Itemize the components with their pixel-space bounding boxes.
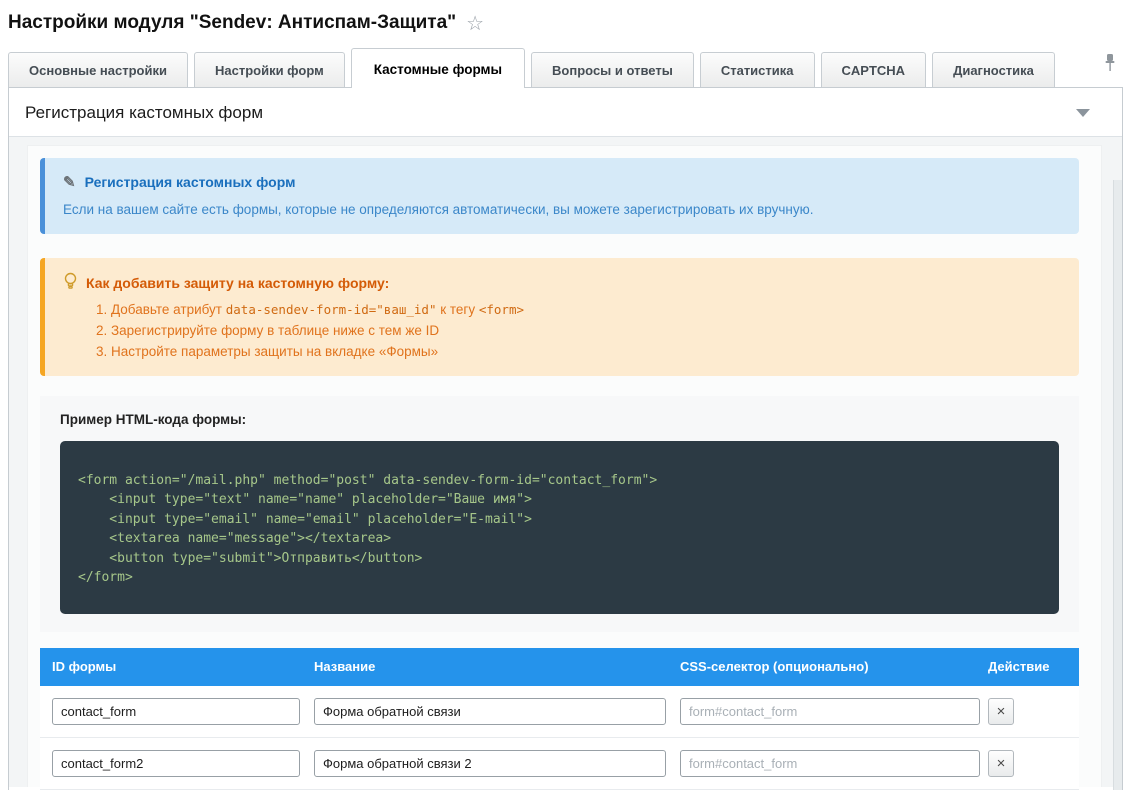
attr-code-snippet: data-sendev-form-id="ваш_id" xyxy=(226,302,437,317)
bulb-icon xyxy=(63,272,78,293)
form-tag-snippet: <form> xyxy=(479,302,524,317)
form-name-input[interactable] xyxy=(314,750,666,777)
tip-box-title: Как добавить защиту на кастомную форму: xyxy=(86,275,389,291)
tip-box: Как добавить защиту на кастомную форму: … xyxy=(40,258,1079,376)
tab-form-settings[interactable]: Настройки форм xyxy=(194,52,345,87)
tip-step-2: Зарегистрируйте форму в таблице ниже с т… xyxy=(111,321,1061,342)
section-title: Регистрация кастомных форм xyxy=(25,103,263,123)
section-panel: ✎ Регистрация кастомных форм Если на ваш… xyxy=(9,136,1122,787)
delete-row-button[interactable]: × xyxy=(988,750,1014,777)
favorite-star-icon[interactable]: ☆ xyxy=(466,14,484,34)
header-form-id: ID формы xyxy=(40,659,302,674)
tip-step-3: Настройте параметры защиты на вкладке «Ф… xyxy=(111,342,1061,363)
collapse-chevron-icon[interactable] xyxy=(1076,109,1090,117)
section-header: Регистрация кастомных форм xyxy=(9,88,1122,136)
table-row: × xyxy=(40,738,1079,790)
header-action: Действие xyxy=(980,659,1079,674)
pin-icon[interactable] xyxy=(1103,53,1117,77)
settings-container: Регистрация кастомных форм ✎ Регистрация… xyxy=(8,87,1123,790)
info-box-text: Если на вашем сайте есть формы, которые … xyxy=(63,201,1061,219)
tab-faq[interactable]: Вопросы и ответы xyxy=(531,52,694,87)
page-title: Настройки модуля "Sendev: Антиспам-Защит… xyxy=(8,12,456,34)
form-id-input[interactable] xyxy=(52,698,300,725)
header-name: Название xyxy=(302,659,672,674)
info-box-title: Регистрация кастомных форм xyxy=(85,174,296,190)
tab-main-settings[interactable]: Основные настройки xyxy=(8,52,188,87)
css-selector-input[interactable] xyxy=(680,698,980,725)
content-card: ✎ Регистрация кастомных форм Если на ваш… xyxy=(27,145,1102,787)
form-id-input[interactable] xyxy=(52,750,300,777)
tab-statistics[interactable]: Статистика xyxy=(700,52,815,87)
tab-diagnostics[interactable]: Диагностика xyxy=(932,52,1055,87)
table-row: × xyxy=(40,686,1079,738)
custom-forms-table: ID формы Название CSS-селектор (опционал… xyxy=(40,648,1079,790)
css-selector-input[interactable] xyxy=(680,750,980,777)
table-header-row: ID формы Название CSS-селектор (опционал… xyxy=(40,648,1079,686)
code-example-label: Пример HTML-кода формы: xyxy=(60,412,1059,427)
form-name-input[interactable] xyxy=(314,698,666,725)
tab-custom-forms[interactable]: Кастомные формы xyxy=(351,48,525,88)
delete-row-button[interactable]: × xyxy=(988,698,1014,725)
pencil-icon: ✎ xyxy=(63,173,76,191)
code-example-section: Пример HTML-кода формы: <form action="/m… xyxy=(40,396,1079,632)
tip-box-title-row: Как добавить защиту на кастомную форму: xyxy=(63,272,1061,293)
right-scroll-gutter xyxy=(1113,180,1122,790)
info-box-title-row: ✎ Регистрация кастомных форм xyxy=(63,173,1061,191)
html-code-block: <form action="/mail.php" method="post" d… xyxy=(60,441,1059,614)
tip-steps-list: Добавьте атрибут data-sendev-form-id="ва… xyxy=(63,300,1061,363)
page-header: Настройки модуля "Sendev: Антиспам-Защит… xyxy=(0,0,1131,40)
tip-step-1: Добавьте атрибут data-sendev-form-id="ва… xyxy=(111,300,1061,321)
tab-captcha[interactable]: CAPTCHA xyxy=(821,52,927,87)
info-box: ✎ Регистрация кастомных форм Если на ваш… xyxy=(40,158,1079,234)
header-css-selector: CSS-селектор (опционально) xyxy=(672,659,980,674)
tab-bar: Основные настройки Настройки форм Кастом… xyxy=(0,40,1131,87)
